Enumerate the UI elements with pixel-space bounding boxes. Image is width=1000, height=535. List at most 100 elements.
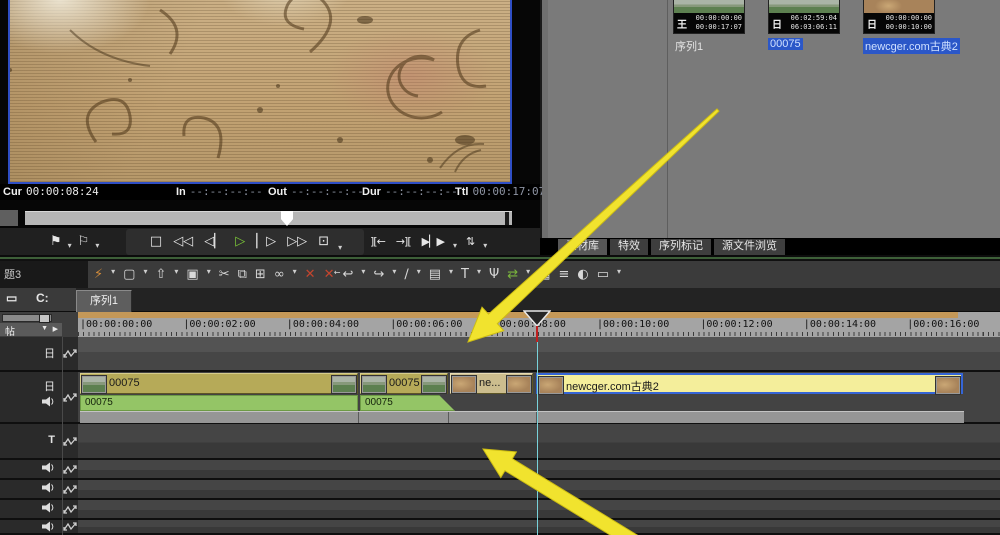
rewind-button[interactable]: ◁◁ (171, 232, 195, 252)
play-in-out-button-dropdown-icon[interactable]: ▾ (453, 241, 457, 253)
render-button[interactable]: ⇄ (507, 261, 518, 288)
paste-button[interactable]: ⊞ (255, 261, 266, 288)
track-zoom-slider-thumb[interactable] (39, 314, 50, 323)
add-mark-out-button-dropdown-icon[interactable]: ▾ (95, 241, 99, 253)
timeline-video-clip[interactable]: 00075 (80, 373, 358, 394)
search-button-dropdown-icon[interactable]: ▾ (293, 258, 297, 288)
bin-tab-序列标记[interactable]: 序列标记 (651, 239, 711, 255)
import-button[interactable]: ⇧ (155, 261, 166, 288)
bin-item[interactable]: 日 00:00:00:00 00:00:10:00 newcger.com古典2 (863, 0, 960, 54)
goto-out-button[interactable]: →][ (394, 232, 413, 252)
track-patch-icon[interactable] (63, 480, 78, 498)
frame-forward-button[interactable]: ▏▷ (254, 232, 278, 252)
timeline-video-clip[interactable]: ne... (450, 373, 533, 394)
track-body[interactable] (78, 337, 1000, 372)
mode-lightning-button[interactable]: ⚡ (94, 261, 103, 288)
render-button-dropdown-icon[interactable]: ▾ (526, 258, 530, 288)
save-button-dropdown-icon[interactable]: ▾ (207, 258, 211, 288)
track-body[interactable] (78, 520, 1000, 535)
voiceover-button[interactable]: Ψ (489, 261, 499, 288)
bin-tab-源文件浏览[interactable]: 源文件浏览 (714, 239, 785, 255)
timeline-video-clip[interactable]: newcger.com古典2 (536, 373, 963, 394)
loop-play-button[interactable]: ⊡ (316, 232, 331, 252)
clip-thumbnail (507, 376, 531, 393)
track-body[interactable] (78, 480, 1000, 500)
chevron-down-icon[interactable]: ▼ (41, 325, 48, 332)
add-cut-point-button[interactable]: ∕ (404, 261, 408, 288)
clip-mixer-strip[interactable] (80, 411, 964, 423)
search-button[interactable]: ∞ (274, 261, 285, 288)
jog-shuttle-button[interactable]: ⇅ (464, 232, 476, 252)
overwrite-mode-icon[interactable]: ▭ (6, 291, 17, 305)
cut-button[interactable]: ✂ (219, 261, 230, 288)
stop-button[interactable]: □ (148, 232, 164, 252)
title-button-dropdown-icon[interactable]: ▾ (477, 258, 481, 288)
match-frame-button-dropdown-icon[interactable]: ▾ (449, 258, 453, 288)
save-button[interactable]: ▣ (186, 261, 198, 288)
match-frame-button[interactable]: ▤ (429, 261, 441, 288)
timeline-audio-clip[interactable]: 00075 (360, 395, 455, 411)
track-patch-icon[interactable] (63, 460, 78, 478)
new-sequence-button-dropdown-icon[interactable]: ▾ (143, 258, 147, 288)
playhead-marker[interactable] (523, 310, 551, 327)
loop-play-button-dropdown-icon[interactable]: ▾ (338, 243, 342, 255)
film-icon[interactable]: 日 (44, 378, 55, 394)
track-patch-icon[interactable] (63, 424, 78, 458)
import-button-dropdown-icon[interactable]: ▾ (174, 258, 178, 288)
track-patch-icon[interactable] (63, 372, 78, 422)
fast-forward-button[interactable]: ▷▷ (285, 232, 309, 252)
mixer-button[interactable]: ≡ (558, 261, 569, 288)
speaker-icon[interactable] (42, 462, 55, 476)
mode-lightning-button-dropdown-icon[interactable]: ▾ (111, 258, 115, 288)
track-panel-bar[interactable]: 帖 ▼ ▶ (0, 323, 62, 338)
grid-button[interactable]: ▦ (538, 261, 550, 288)
track-patch-icon[interactable] (63, 337, 78, 370)
add-mark-button[interactable]: ⚑ (48, 232, 64, 252)
monitor-mode-button[interactable]: ▭ (597, 261, 609, 288)
bin-tab-特效[interactable]: 特效 (610, 239, 648, 255)
redo-button-dropdown-icon[interactable]: ▾ (392, 258, 396, 288)
track-body[interactable]: 00075 00075 ne... newcger.com古典2 00075 00075 (78, 372, 1000, 424)
delete-button[interactable]: ✕ (305, 261, 316, 288)
timeline-video-clip[interactable]: 00075 (360, 373, 448, 394)
bin-item[interactable]: 王 00:00:00:00 00:00:17:07 序列1 (673, 0, 745, 54)
speaker-icon[interactable] (42, 482, 55, 496)
track-body[interactable] (78, 460, 1000, 480)
title-icon[interactable]: T (48, 434, 55, 446)
jog-shuttle-button-dropdown-icon[interactable]: ▾ (483, 241, 487, 253)
ripple-delete-button[interactable]: ✕ ← (324, 261, 341, 288)
redo-button[interactable]: ↪ (373, 261, 384, 288)
add-mark-button-dropdown-icon[interactable]: ▾ (68, 241, 72, 253)
frame-back-button[interactable]: ◁▏ (202, 232, 226, 252)
add-mark-out-button[interactable]: ⚐ (76, 232, 92, 252)
speaker-icon[interactable] (42, 396, 55, 410)
track-patch-icon[interactable] (63, 500, 78, 518)
monitor-mode-button-dropdown-icon[interactable]: ▾ (617, 258, 621, 288)
preview-scrubber[interactable] (25, 211, 512, 226)
copy-button[interactable]: ⧉ (238, 261, 247, 288)
speaker-icon[interactable] (42, 502, 55, 516)
sequence-tab[interactable]: 序列1 (76, 290, 132, 312)
undo-button[interactable]: ↩ (342, 261, 353, 288)
track-patch-icon[interactable] (63, 520, 78, 533)
sync-lock-icon[interactable]: C: (36, 291, 49, 305)
bin-tab-素材库[interactable]: 素材库 (558, 239, 607, 255)
goto-in-button[interactable]: ][← (368, 232, 387, 252)
timeline-audio-clip[interactable]: 00075 (80, 395, 358, 411)
track-body[interactable] (78, 424, 1000, 460)
scrubber-thumb[interactable] (281, 211, 293, 226)
bin-item-label: newcger.com古典2 (863, 38, 960, 54)
speaker-icon[interactable] (42, 521, 55, 535)
undo-button-dropdown-icon[interactable]: ▾ (361, 258, 365, 288)
track-zoom-slider[interactable] (2, 314, 52, 323)
track-body[interactable] (78, 500, 1000, 520)
new-sequence-button[interactable]: ▢ (123, 261, 135, 288)
play-button[interactable]: ▷ (233, 232, 247, 252)
bin-item[interactable]: 日 06:02:59:04 06:03:06:11 00075 (768, 0, 840, 50)
title-button[interactable]: T (461, 261, 469, 288)
play-in-out-button[interactable]: ▶▏▶ (420, 232, 446, 252)
chevron-right-icon[interactable]: ▶ (53, 325, 58, 333)
film-icon[interactable]: 日 (44, 345, 55, 361)
color-correction-button[interactable]: ◐ (577, 261, 588, 288)
add-cut-point-button-dropdown-icon[interactable]: ▾ (417, 258, 421, 288)
